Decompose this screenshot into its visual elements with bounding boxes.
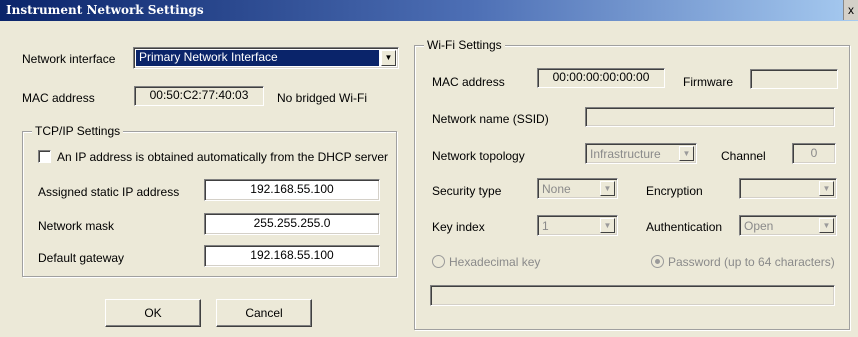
network-interface-label: Network interface (22, 52, 116, 66)
radio-selected-dot (655, 259, 660, 264)
firmware-value (750, 69, 838, 89)
key-index-value: 1 (542, 219, 549, 233)
close-icon[interactable]: x (843, 0, 858, 20)
authentication-value: Open (744, 219, 774, 233)
network-topology-select[interactable]: Infrastructure ▼ (585, 143, 697, 164)
chevron-down-icon[interactable]: ▼ (819, 218, 834, 233)
default-gateway-value: 192.168.55.100 (250, 248, 334, 262)
key-index-label: Key index (432, 220, 485, 234)
password-radio[interactable] (651, 255, 664, 268)
network-mask-input[interactable]: 255.255.255.0 (204, 213, 380, 235)
security-type-label: Security type (432, 184, 502, 198)
authentication-label: Authentication (646, 220, 723, 234)
dhcp-checkbox[interactable] (38, 150, 51, 163)
tcpip-settings-legend: TCP/IP Settings (32, 124, 124, 138)
channel-label: Channel (721, 149, 766, 163)
encryption-label: Encryption (646, 184, 703, 198)
hex-key-label[interactable]: Hexadecimal key (449, 255, 540, 269)
ssid-label: Network name (SSID) (432, 112, 549, 126)
chevron-down-icon[interactable]: ▼ (600, 181, 615, 196)
firmware-label: Firmware (683, 75, 733, 89)
encryption-select[interactable]: ▼ (739, 178, 837, 199)
bridged-wifi-note: No bridged Wi-Fi (277, 91, 368, 105)
static-ip-input[interactable]: 192.168.55.100 (204, 179, 380, 201)
password-input[interactable] (430, 285, 835, 306)
security-type-value: None (542, 182, 571, 196)
network-mask-label: Network mask (38, 219, 115, 233)
channel-value: 0 (810, 146, 818, 160)
window-title: Instrument Network Settings (6, 3, 204, 17)
wifi-mac-label: MAC address (432, 75, 505, 89)
ssid-input[interactable] (585, 107, 835, 127)
default-gateway-input[interactable]: 192.168.55.100 (204, 245, 380, 267)
authentication-select[interactable]: Open ▼ (739, 215, 837, 236)
wifi-settings-legend: Wi-Fi Settings (424, 38, 505, 52)
security-type-select[interactable]: None ▼ (537, 178, 618, 199)
hex-key-radio[interactable] (432, 255, 445, 268)
mac-address-label: MAC address (22, 91, 95, 105)
network-interface-select[interactable]: Primary Network Interface ▼ (133, 47, 399, 69)
chevron-down-icon[interactable]: ▼ (600, 218, 615, 233)
cancel-button[interactable]: Cancel (216, 299, 312, 327)
network-topology-label: Network topology (432, 149, 525, 163)
title-bar[interactable]: Instrument Network Settings x (0, 0, 858, 21)
static-ip-value: 192.168.55.100 (250, 182, 334, 196)
chevron-down-icon[interactable]: ▼ (381, 50, 396, 66)
default-gateway-label: Default gateway (38, 251, 125, 265)
chevron-down-icon[interactable]: ▼ (679, 146, 694, 161)
network-mask-value: 255.255.255.0 (253, 216, 331, 230)
network-interface-value: Primary Network Interface (136, 50, 379, 66)
key-index-select[interactable]: 1 ▼ (537, 215, 618, 236)
network-topology-value: Infrastructure (590, 147, 661, 161)
ok-button[interactable]: OK (105, 299, 201, 327)
channel-input[interactable]: 0 (792, 143, 836, 164)
password-label[interactable]: Password (up to 64 characters) (668, 255, 835, 269)
chevron-down-icon[interactable]: ▼ (819, 181, 834, 196)
mac-address-value: 00:50:C2:77:40:03 (134, 86, 264, 106)
static-ip-label: Assigned static IP address (38, 185, 180, 199)
dhcp-checkbox-label[interactable]: An IP address is obtained automatically … (57, 150, 388, 164)
wifi-mac-value: 00:00:00:00:00:00 (537, 68, 665, 88)
